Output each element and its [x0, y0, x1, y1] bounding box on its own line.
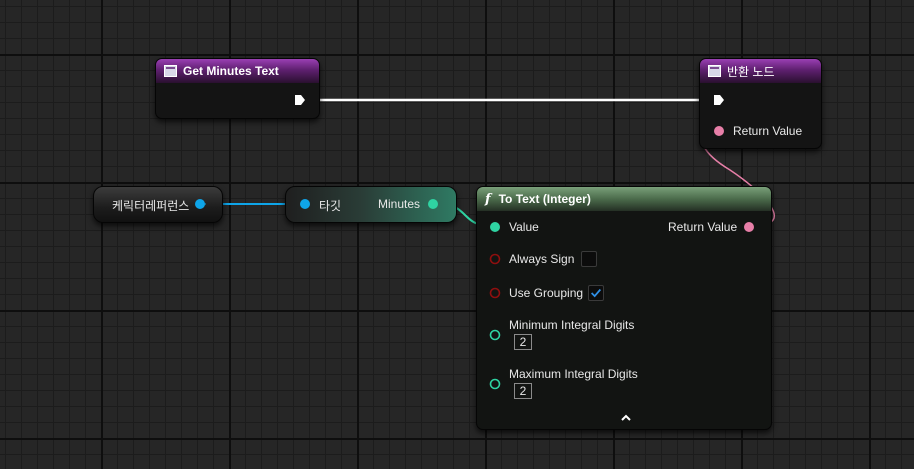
target-label: 타깃	[319, 199, 342, 213]
function-entry-icon	[164, 65, 177, 77]
get-minutes-text-header[interactable]: Get Minutes Text	[156, 59, 319, 83]
max-digits-input[interactable]: 2	[514, 383, 532, 399]
to-text-integer-header[interactable]: f To Text (Integer)	[477, 187, 771, 211]
to-text-integer-node[interactable]: f To Text (Integer) Value Return Value A…	[476, 186, 772, 430]
node-title: 반환 노드	[727, 64, 775, 79]
target-in-pin-icon[interactable]	[299, 198, 311, 210]
function-icon: f	[485, 191, 491, 207]
character-reference-label: 케릭터레퍼런스	[112, 199, 190, 213]
min-digits-label: Minimum Integral Digits	[509, 318, 635, 332]
max-digits-pin-icon[interactable]	[489, 378, 501, 390]
always-sign-label: Always Sign	[509, 252, 575, 266]
function-return-icon	[708, 65, 721, 77]
character-reference-node[interactable]: 케릭터레퍼런스	[93, 186, 223, 223]
use-grouping-pin-icon[interactable]	[489, 287, 501, 299]
character-reference-out-pin-icon[interactable]	[194, 198, 206, 210]
node-title: Get Minutes Text	[183, 64, 279, 78]
use-grouping-label: Use Grouping	[509, 286, 584, 300]
value-in-pin-icon[interactable]	[489, 221, 501, 233]
return-node[interactable]: 반환 노드 Return Value	[699, 58, 822, 149]
exec-in-pin-icon[interactable]	[713, 94, 725, 106]
return-value-label: Return Value	[668, 220, 738, 234]
get-minutes-variable-node[interactable]: 타깃 Minutes	[285, 186, 457, 223]
get-minutes-text-node[interactable]: Get Minutes Text	[155, 58, 320, 119]
chevron-up-icon[interactable]	[620, 414, 632, 422]
node-title: To Text (Integer)	[498, 192, 591, 206]
minutes-label: Minutes	[378, 197, 421, 211]
min-digits-input[interactable]: 2	[514, 334, 532, 350]
return-value-label: Return Value	[733, 124, 803, 138]
use-grouping-checkbox[interactable]	[588, 285, 604, 301]
max-digits-label: Maximum Integral Digits	[509, 367, 638, 381]
minutes-out-pin-icon[interactable]	[427, 198, 439, 210]
exec-out-pin-icon[interactable]	[294, 94, 306, 106]
checkmark-icon	[591, 288, 602, 298]
value-label: Value	[509, 220, 539, 234]
min-digits-pin-icon[interactable]	[489, 329, 501, 341]
always-sign-checkbox[interactable]	[581, 251, 597, 267]
return-value-in-pin-icon[interactable]	[713, 125, 725, 137]
always-sign-pin-icon[interactable]	[489, 253, 501, 265]
return-value-out-pin-icon[interactable]	[743, 221, 755, 233]
return-node-header[interactable]: 반환 노드	[700, 59, 821, 83]
